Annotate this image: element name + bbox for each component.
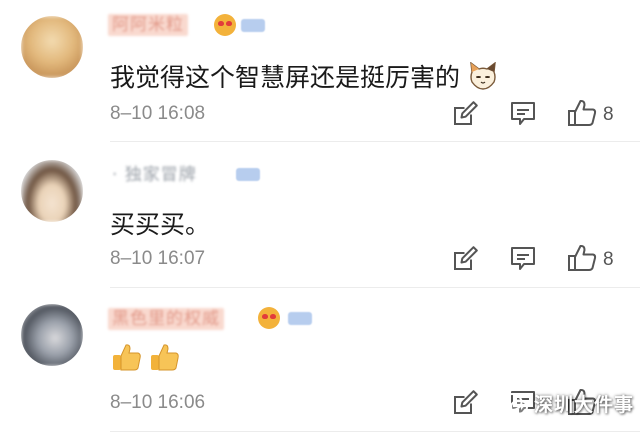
thumbs-up-icon[interactable]: [567, 243, 597, 273]
avatar[interactable]: [21, 16, 83, 78]
thumbs-up-icon[interactable]: [567, 98, 597, 128]
emoji-badge-icon: [214, 14, 236, 36]
wechat-logo-icon: [501, 392, 528, 414]
username[interactable]: 阿阿米粒: [108, 14, 188, 36]
avatar[interactable]: [21, 160, 83, 222]
comment-time: 8–10 16:06: [110, 392, 206, 413]
vip-badge-icon: [236, 168, 260, 181]
emoji-badge-icon: [258, 307, 280, 329]
like-count: 8: [603, 104, 614, 125]
username[interactable]: · 独家冒牌: [108, 164, 201, 186]
watermark: 深圳大件事: [501, 390, 634, 417]
comment-text: 买买买。: [110, 210, 211, 239]
comment-item: · 独家冒牌 买买买。 8–10 16:07 8: [0, 142, 640, 282]
like-count: 8: [603, 249, 614, 270]
avatar[interactable]: [21, 304, 83, 366]
comment-time: 8–10 16:07: [110, 248, 206, 269]
vip-badge-icon: [241, 19, 265, 32]
thumbs-up-emoji: [151, 344, 179, 371]
username[interactable]: 黑色里的权威: [108, 308, 224, 330]
edit-icon[interactable]: [450, 388, 480, 418]
divider: [110, 431, 640, 432]
comment-text: 我觉得这个智慧屏还是挺厉害的: [110, 58, 498, 94]
thumbs-up-emoji: [113, 344, 141, 371]
reply-comment-icon[interactable]: [508, 99, 538, 129]
vip-badge-icon: [288, 312, 312, 325]
edit-icon[interactable]: [450, 99, 480, 129]
cat-emoji-icon: [470, 61, 496, 90]
reply-comment-icon[interactable]: [508, 244, 538, 274]
edit-icon[interactable]: [450, 244, 480, 274]
watermark-text: 深圳大件事: [533, 394, 634, 416]
comment-item: 阿阿米粒 我觉得这个智慧屏还是挺厉害的 8–10 16:08 8: [0, 0, 640, 140]
comment-time: 8–10 16:08: [110, 103, 206, 124]
